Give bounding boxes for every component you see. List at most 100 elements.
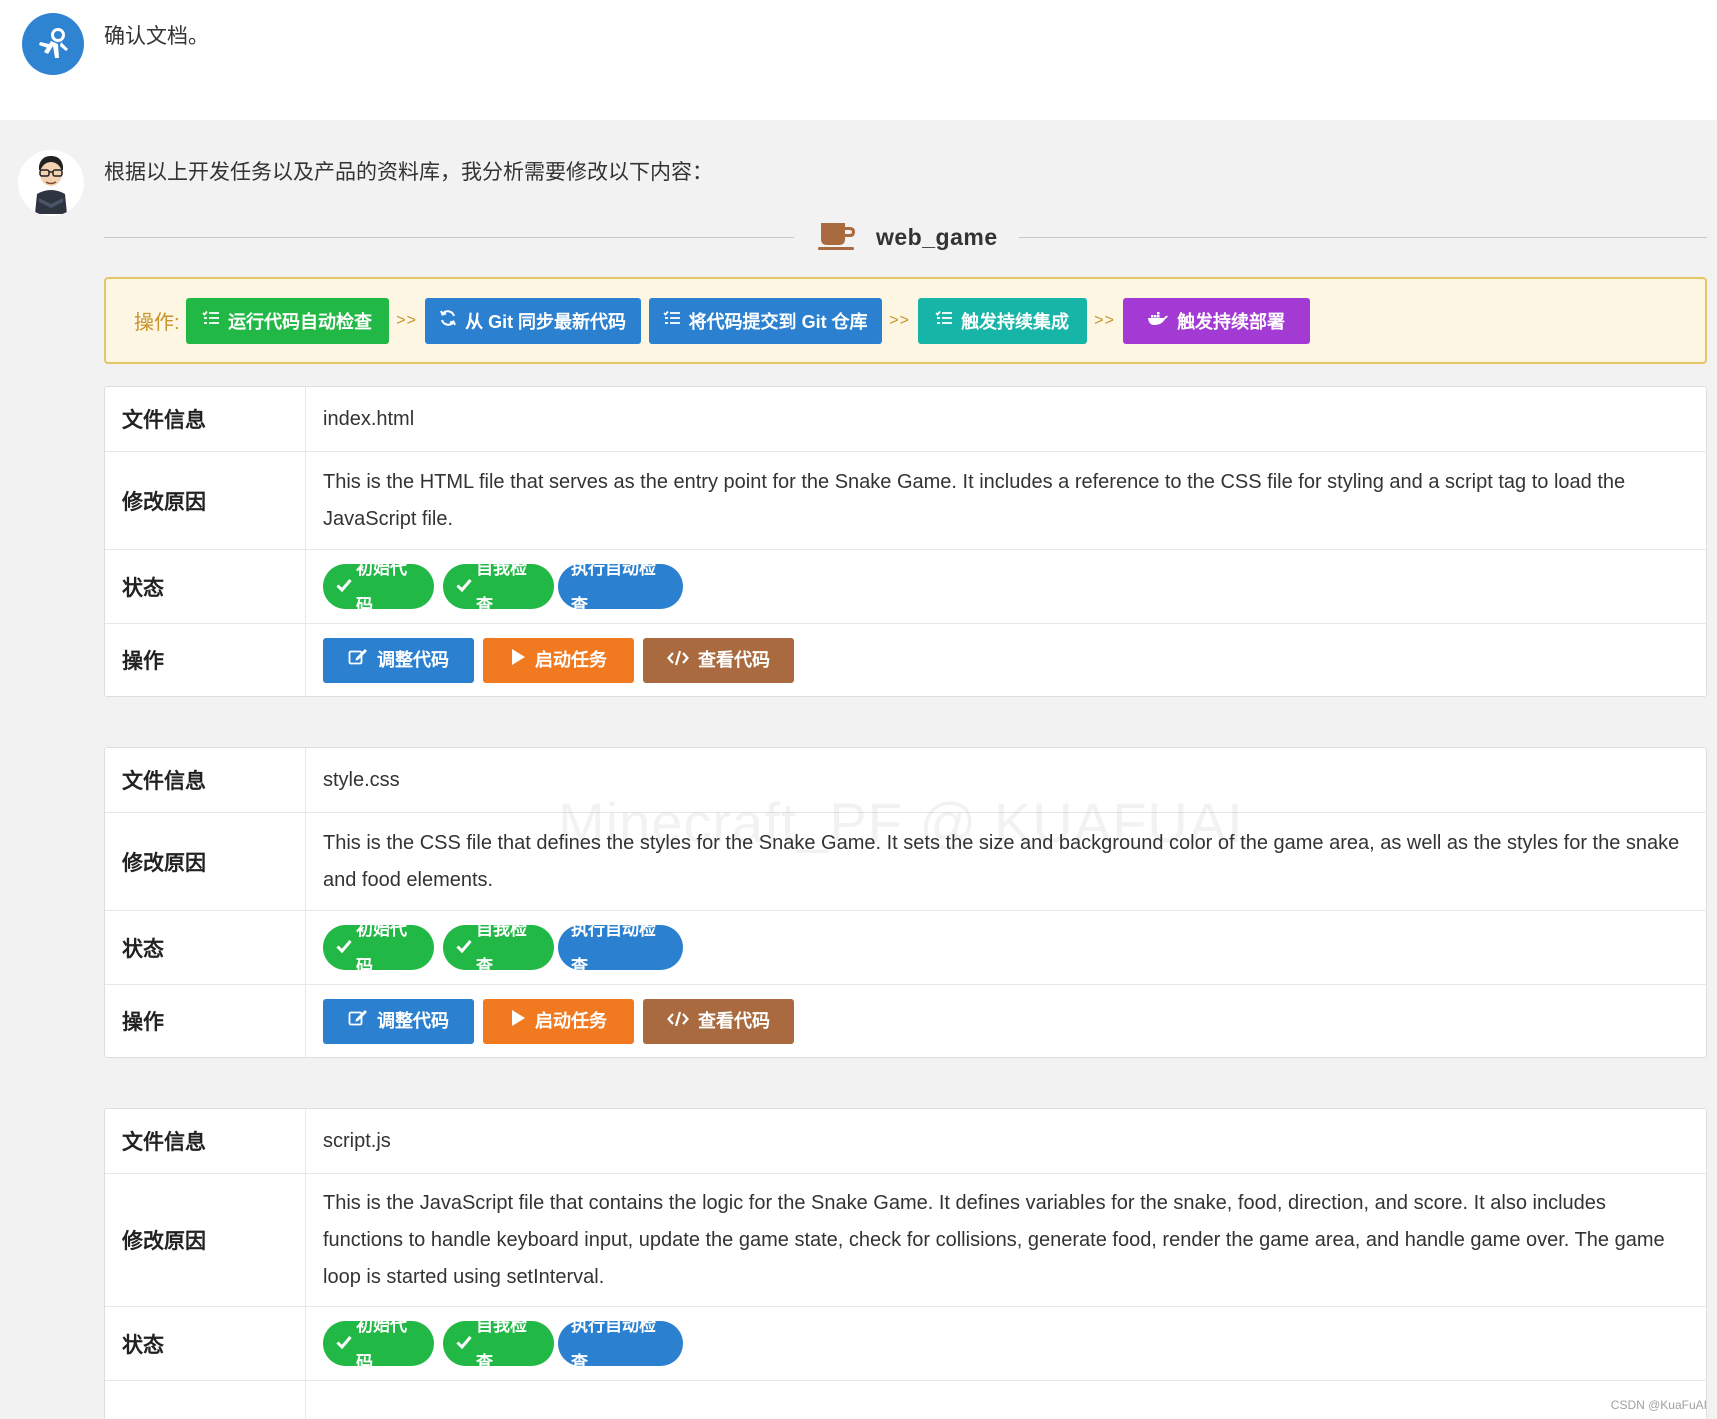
edit-icon bbox=[348, 642, 368, 679]
file-info-label: 文件信息 bbox=[105, 748, 306, 812]
user-message-text: 确认文档。 bbox=[104, 25, 209, 48]
user-message: 确认文档。 bbox=[0, 0, 1717, 120]
view-code-button[interactable]: 查看代码 bbox=[643, 637, 794, 683]
self-check-badge[interactable]: 自我检查 bbox=[443, 559, 554, 615]
initial-code-badge[interactable]: 初始代码 bbox=[323, 920, 434, 976]
run-auto-check-badge-label: 执行自动检查 bbox=[571, 558, 656, 615]
file-card-script-js: 文件信息 script.js 修改原因 This is the JavaScri… bbox=[104, 1108, 1707, 1419]
self-check-label: 自我检查 bbox=[476, 919, 527, 976]
edit-icon bbox=[348, 1003, 368, 1040]
status-label: 状态 bbox=[105, 911, 306, 984]
initial-code-label: 初始代码 bbox=[356, 1315, 407, 1372]
ops-label: 操作: bbox=[134, 312, 180, 334]
check-icon bbox=[336, 568, 352, 605]
assistant-message: 根据以上开发任务以及产品的资料库，我分析需要修改以下内容： web_game 操… bbox=[0, 120, 1717, 1419]
trigger-ci-button[interactable]: 触发持续集成 bbox=[917, 297, 1087, 344]
pipeline-arrow: >> bbox=[889, 311, 910, 329]
run-auto-check-label: 运行代码自动检查 bbox=[228, 311, 373, 332]
adjust-code-button[interactable]: 调整代码 bbox=[323, 998, 474, 1044]
reason-text: This is the HTML file that serves as the… bbox=[323, 470, 1626, 530]
coffee-cup-icon bbox=[816, 218, 858, 257]
run-auto-check-badge[interactable]: 执行自动检查 bbox=[558, 920, 683, 976]
git-commit-label: 将代码提交到 Git 仓库 bbox=[688, 311, 868, 332]
view-code-button[interactable]: 查看代码 bbox=[643, 998, 794, 1044]
git-commit-button[interactable]: 将代码提交到 Git 仓库 bbox=[648, 297, 882, 344]
list-check-icon bbox=[935, 310, 953, 331]
run-auto-check-badge[interactable]: 执行自动检查 bbox=[558, 559, 683, 615]
reason-label: 修改原因 bbox=[105, 813, 306, 910]
assistant-avatar bbox=[18, 150, 84, 216]
check-icon bbox=[456, 929, 472, 966]
status-row: 状态 初始代码 自我检查 执行自动检查 bbox=[105, 911, 1706, 985]
actions-label: 操作 bbox=[105, 624, 306, 696]
reason-label: 修改原因 bbox=[105, 452, 306, 549]
git-sync-label: 从 Git 同步最新代码 bbox=[465, 311, 627, 332]
check-icon bbox=[336, 1325, 352, 1362]
trigger-ci-label: 触发持续集成 bbox=[961, 311, 1070, 332]
file-info-row: 文件信息 index.html bbox=[105, 387, 1706, 452]
adjust-code-label: 调整代码 bbox=[377, 1010, 449, 1031]
status-row: 状态 初始代码 自我检查 执行自动检查 bbox=[105, 1307, 1706, 1381]
reason-row: 修改原因 This is the HTML file that serves a… bbox=[105, 452, 1706, 550]
status-label: 状态 bbox=[105, 1307, 306, 1380]
self-check-label: 自我检查 bbox=[476, 558, 527, 615]
play-icon bbox=[510, 642, 526, 679]
file-card-index-html: 文件信息 index.html 修改原因 This is the HTML fi… bbox=[104, 386, 1707, 697]
play-icon bbox=[510, 1003, 526, 1040]
self-check-badge[interactable]: 自我检查 bbox=[443, 1316, 554, 1372]
sync-icon bbox=[439, 309, 457, 332]
docker-icon bbox=[1147, 310, 1169, 331]
start-task-button[interactable]: 启动任务 bbox=[483, 998, 634, 1044]
run-auto-check-button[interactable]: 运行代码自动检查 bbox=[185, 297, 389, 344]
adjust-code-button[interactable]: 调整代码 bbox=[323, 637, 474, 683]
initial-code-badge[interactable]: 初始代码 bbox=[323, 1316, 434, 1372]
check-icon bbox=[456, 568, 472, 605]
view-code-label: 查看代码 bbox=[698, 649, 770, 670]
file-name: index.html bbox=[323, 407, 415, 430]
pipeline-ops-bar: 操作: 运行代码自动检查 >> 从 Git 同步最新代码 将代码提交到 Git … bbox=[104, 277, 1707, 364]
file-info-label: 文件信息 bbox=[105, 1109, 306, 1173]
project-title: web_game bbox=[876, 223, 998, 250]
check-icon bbox=[336, 929, 352, 966]
initial-code-badge[interactable]: 初始代码 bbox=[323, 559, 434, 615]
run-auto-check-badge-label: 执行自动检查 bbox=[571, 1315, 656, 1372]
code-icon bbox=[667, 1003, 689, 1040]
actions-row bbox=[105, 1381, 1706, 1419]
reason-row: 修改原因 This is the JavaScript file that co… bbox=[105, 1174, 1706, 1307]
adjust-code-label: 调整代码 bbox=[377, 649, 449, 670]
run-auto-check-badge[interactable]: 执行自动检查 bbox=[558, 1316, 683, 1372]
list-check-icon bbox=[202, 310, 220, 331]
start-task-button[interactable]: 启动任务 bbox=[483, 637, 634, 683]
git-sync-button[interactable]: 从 Git 同步最新代码 bbox=[424, 297, 641, 344]
assistant-intro-text: 根据以上开发任务以及产品的资料库，我分析需要修改以下内容： bbox=[104, 161, 713, 184]
initial-code-label: 初始代码 bbox=[356, 919, 407, 976]
list-check-icon bbox=[662, 310, 681, 331]
actions-label: 操作 bbox=[105, 985, 306, 1057]
divider-line-left bbox=[104, 237, 794, 238]
divider-line-right bbox=[1019, 237, 1707, 238]
self-check-badge[interactable]: 自我检查 bbox=[443, 920, 554, 976]
code-icon bbox=[667, 642, 689, 679]
run-auto-check-badge-label: 执行自动检查 bbox=[571, 919, 656, 976]
astronaut-avatar-icon bbox=[22, 13, 84, 75]
view-code-label: 查看代码 bbox=[698, 1010, 770, 1031]
initial-code-label: 初始代码 bbox=[356, 558, 407, 615]
reason-text: This is the JavaScript file that contain… bbox=[323, 1191, 1665, 1288]
start-task-label: 启动任务 bbox=[535, 649, 607, 670]
check-icon bbox=[456, 1325, 472, 1362]
watermark: Minecraft_PF @ KUAFUAI bbox=[558, 791, 1244, 854]
project-divider: web_game bbox=[104, 208, 1707, 266]
file-info-label: 文件信息 bbox=[105, 387, 306, 451]
actions-row: 操作 调整代码 启动任务 查看代码 bbox=[105, 985, 1706, 1057]
file-name: script.js bbox=[323, 1129, 391, 1152]
pipeline-arrow: >> bbox=[396, 311, 417, 329]
self-check-label: 自我检查 bbox=[476, 1315, 527, 1372]
file-info-row: 文件信息 script.js bbox=[105, 1109, 1706, 1174]
pipeline-arrow: >> bbox=[1094, 311, 1115, 329]
trigger-cd-label: 触发持续部署 bbox=[1177, 311, 1286, 332]
status-label: 状态 bbox=[105, 550, 306, 623]
csdn-credit: CSDN @KuaFuAI bbox=[1610, 1398, 1707, 1412]
actions-row: 操作 调整代码 启动任务 查看代码 bbox=[105, 624, 1706, 696]
reason-label: 修改原因 bbox=[105, 1174, 306, 1306]
trigger-cd-button[interactable]: 触发持续部署 bbox=[1122, 297, 1310, 344]
